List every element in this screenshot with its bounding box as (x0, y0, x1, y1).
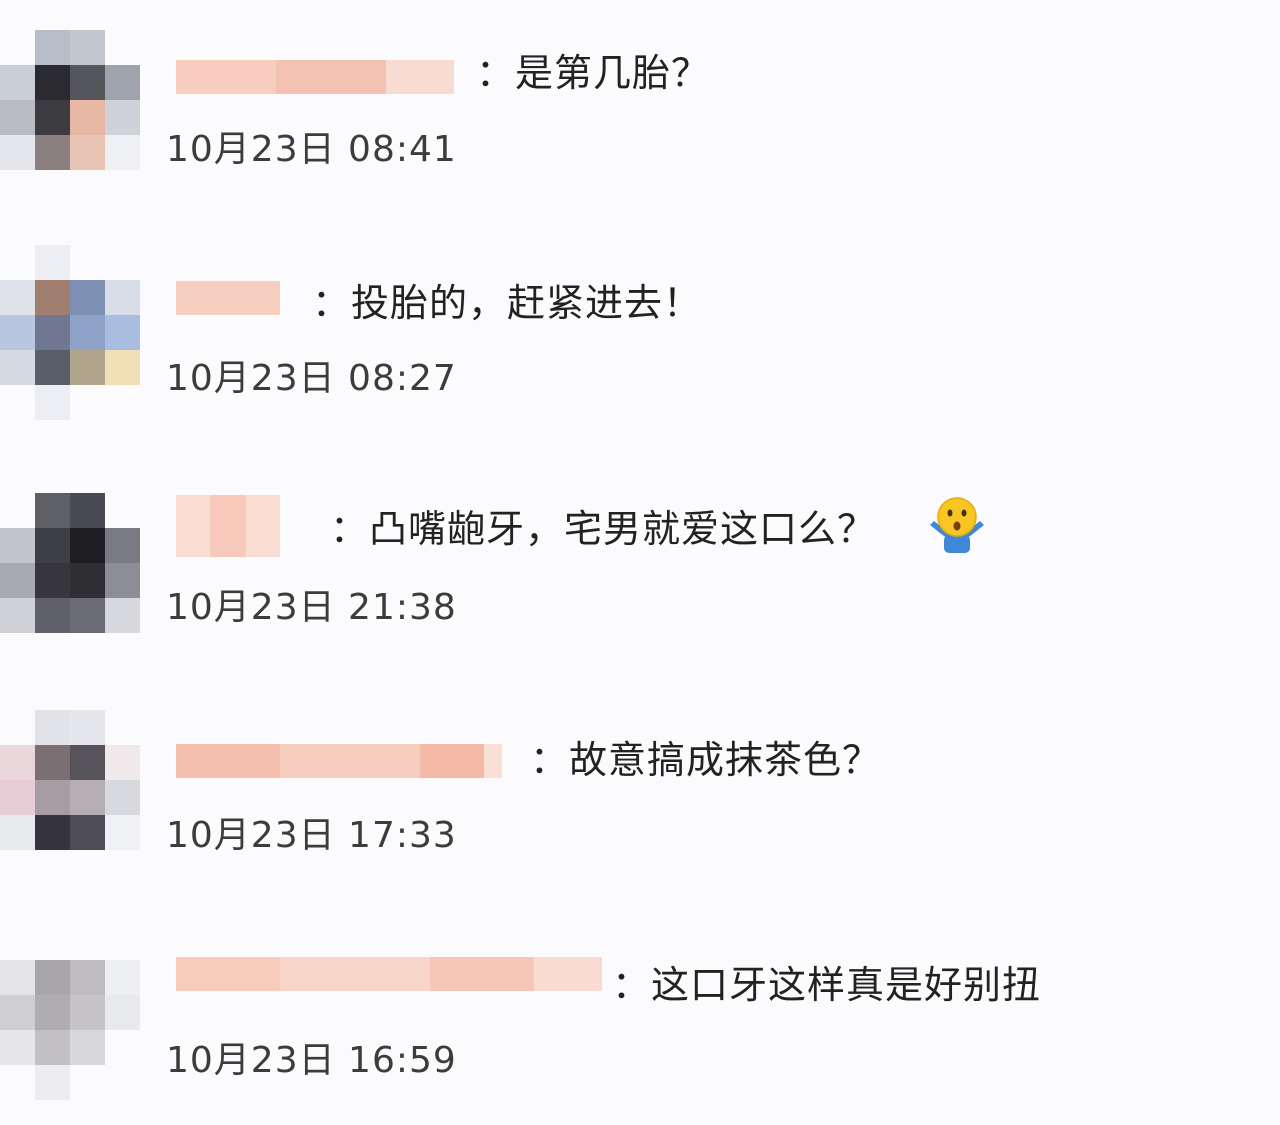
avatar-pixelated[interactable] (0, 925, 140, 1100)
comment-item: ：这口牙这样真是好别扭 10月23日 16:59 (0, 925, 1280, 1125)
comment-item: ：凸嘴龅牙，宅男就爱这口么？ 10月23日 21:38 (0, 493, 1280, 693)
avatar-pixelated[interactable] (0, 493, 140, 643)
comment-time: 10月23日 17:33 (166, 815, 457, 856)
shrug-emoji-icon (926, 495, 988, 557)
comment-time: 10月23日 21:38 (166, 587, 457, 628)
comment-time: 10月23日 08:41 (166, 129, 457, 170)
comment-text: ：凸嘴龅牙，宅男就爱这口么？ (330, 507, 877, 551)
comment-text: ：投胎的，赶紧进去！ (312, 281, 703, 325)
username-blurred[interactable] (176, 744, 502, 778)
comment-text: ：这口牙这样真是好别扭 (612, 963, 1042, 1007)
avatar-pixelated[interactable] (0, 245, 140, 420)
avatar-pixelated[interactable] (0, 30, 140, 180)
comment-text: ：故意搞成抹茶色？ (530, 738, 882, 782)
avatar-pixelated[interactable] (0, 710, 140, 860)
username-blurred[interactable] (176, 60, 454, 94)
username-blurred[interactable] (176, 281, 280, 315)
comment-item: ：是第几胎？ 10月23日 08:41 (0, 30, 1280, 230)
comment-time: 10月23日 16:59 (166, 1040, 457, 1081)
comment-item: ：故意搞成抹茶色？ 10月23日 17:33 (0, 710, 1280, 910)
username-blurred[interactable] (176, 495, 280, 557)
comment-list: { "comments": [ { "text": "：是第几胎？", "tim… (0, 0, 1280, 1122)
comment-item: ：投胎的，赶紧进去！ 10月23日 08:27 (0, 245, 1280, 445)
comment-text: ：是第几胎？ (476, 51, 711, 95)
comment-time: 10月23日 08:27 (166, 358, 457, 399)
username-blurred[interactable] (176, 957, 602, 991)
